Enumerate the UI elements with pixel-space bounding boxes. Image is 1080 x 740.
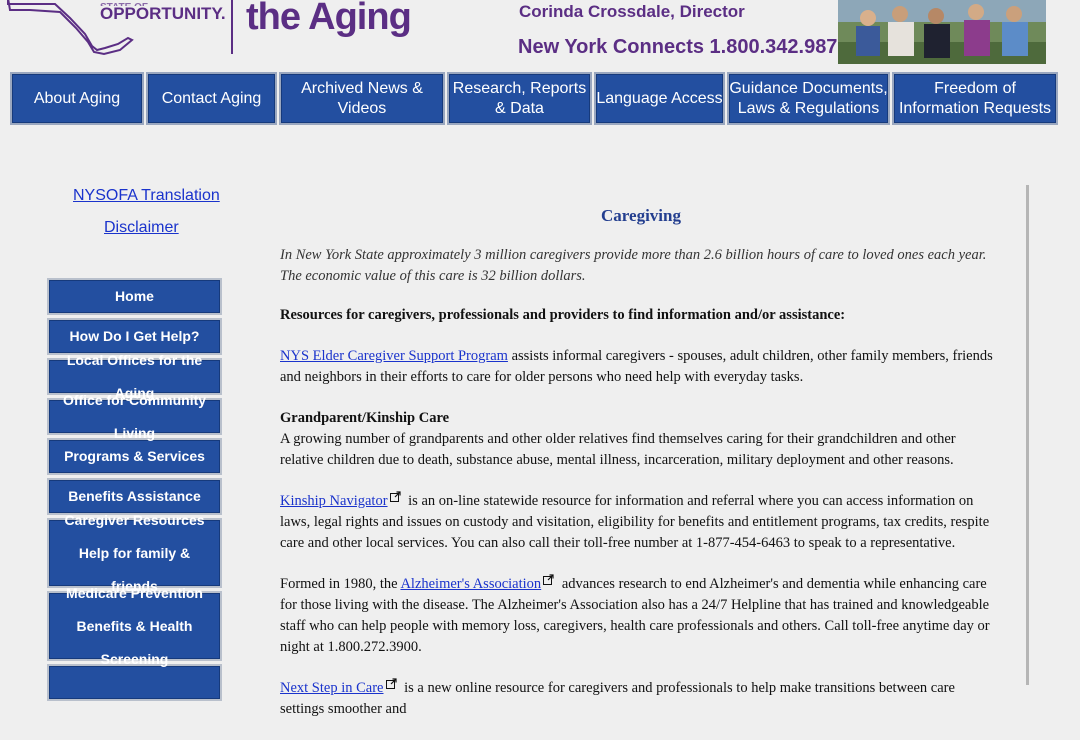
nys-caregiver-link[interactable]: NYS Elder Caregiver Support Program <box>280 348 508 364</box>
tab-archived-news-videos[interactable]: Archived News & Videos <box>279 72 445 125</box>
tab-contact-aging[interactable]: Contact Aging <box>146 72 277 125</box>
tab-freedom-of-information[interactable]: Freedom of Information Requests <box>892 72 1058 125</box>
logo-divider <box>231 0 233 54</box>
resources-heading: Resources for caregivers, professionals … <box>280 307 846 323</box>
main-content: Caregiving In New York State approximate… <box>230 185 1029 717</box>
intro-text: In New York State approximately 3 millio… <box>280 247 987 284</box>
nys-caregiver-paragraph: NYS Elder Caregiver Support Program assi… <box>280 346 1002 388</box>
alzheimers-paragraph: Formed in 1980, the Alzheimer's Associat… <box>280 574 1002 658</box>
sidebar-item-medicare-prevention[interactable]: Medicare Prevention Benefits & Health Sc… <box>47 585 222 667</box>
kinship-heading: Grandparent/Kinship Care <box>280 410 450 426</box>
tab-language-access[interactable]: Language Access <box>594 72 725 125</box>
tab-about-aging[interactable]: About Aging <box>10 72 144 125</box>
logo-line2: OPPORTUNITY. <box>100 4 226 23</box>
top-navigation: About Aging Contact Aging Archived News … <box>10 72 1063 125</box>
translation-link[interactable]: NYSOFA Translation <box>73 187 220 205</box>
director-name: Corinda Crossdale, Director <box>519 2 745 21</box>
alzheimers-pre: Formed in 1980, the <box>280 576 401 592</box>
state-logo-text: STATE OF OPPORTUNITY. <box>100 0 226 22</box>
page-title: Caregiving <box>601 206 681 225</box>
header-photo <box>838 0 1046 64</box>
disclaimer-link[interactable]: Disclaimer <box>104 219 179 237</box>
site-header: STATE OF OPPORTUNITY. the Aging Corinda … <box>0 0 1080 70</box>
agency-name[interactable]: the Aging <box>246 0 412 39</box>
next-step-in-care-link[interactable]: Next Step in Care <box>280 680 384 696</box>
kinship-text: A growing number of grandparents and oth… <box>280 431 956 468</box>
kinship-navigator-link[interactable]: Kinship Navigator <box>280 493 388 509</box>
external-link-icon <box>385 678 397 689</box>
ny-connects-phone: New York Connects 1.800.342.9871 <box>518 36 849 58</box>
tab-research-reports-data[interactable]: Research, Reports & Data <box>447 72 592 125</box>
alzheimers-association-link[interactable]: Alzheimer's Association <box>400 576 541 592</box>
tab-guidance-documents[interactable]: Guidance Documents, Laws & Regulations <box>727 72 890 125</box>
sidebar-item-home[interactable]: Home <box>47 278 222 315</box>
kinship-paragraph: Grandparent/Kinship Care A growing numbe… <box>280 408 1002 471</box>
external-link-icon <box>389 491 401 502</box>
sidebar-navigation: Home How Do I Get Help? Local Offices fo… <box>47 278 222 704</box>
sidebar-item-community-living[interactable]: Office for Community Living <box>47 392 222 441</box>
next-step-paragraph: Next Step in Care is a new online resour… <box>280 678 1002 720</box>
navigator-paragraph: Kinship Navigator is an on-line statewid… <box>280 491 1002 554</box>
external-link-icon <box>543 574 554 585</box>
sidebar-item-programs-services[interactable]: Programs & Services <box>47 438 222 475</box>
